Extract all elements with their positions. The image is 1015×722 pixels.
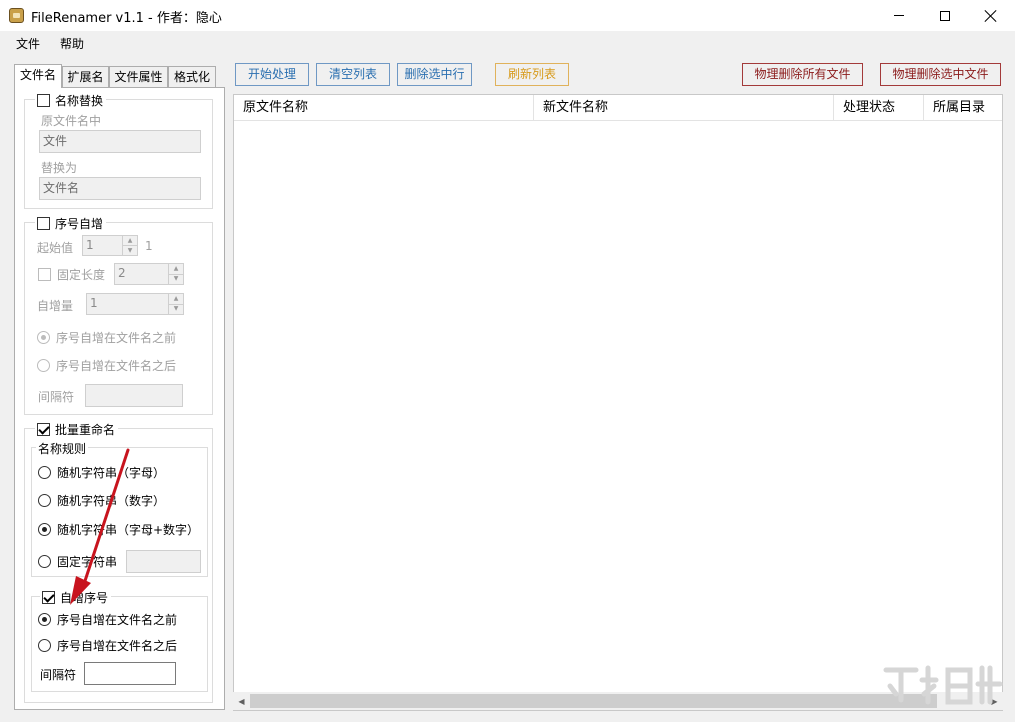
close-icon	[985, 10, 997, 22]
stepper-arrows[interactable]: ▲ ▼	[168, 264, 183, 284]
physical-delete-selected-button[interactable]: 物理删除选中文件	[880, 63, 1001, 86]
fixed-length-checkbox[interactable]: 固定长度	[38, 266, 105, 283]
replace-with-label: 替换为	[41, 161, 78, 175]
clear-list-button[interactable]: 清空列表	[316, 63, 390, 86]
file-list[interactable]: 原文件名称 新文件名称 处理状态 所属目录	[233, 94, 1003, 711]
tab-filename[interactable]: 文件名	[14, 64, 62, 88]
fixed-length-value: 2	[118, 266, 126, 280]
maximize-button[interactable]	[922, 0, 968, 31]
stepper-arrows[interactable]: ▲ ▼	[122, 236, 137, 255]
checkbox-box[interactable]	[37, 94, 50, 107]
auto-seq-separator-field[interactable]	[84, 662, 176, 685]
down-arrow-icon[interactable]: ▼	[169, 273, 183, 285]
app-icon	[9, 8, 24, 23]
maximize-icon	[940, 10, 950, 21]
fixed-length-label: 固定长度	[57, 268, 106, 282]
auto-seq-after-label: 序号自增在文件名之后	[57, 639, 178, 653]
physical-delete-all-button[interactable]: 物理删除所有文件	[742, 63, 863, 86]
scrollbar-thumb[interactable]	[250, 694, 937, 708]
radio-dot[interactable]	[37, 331, 50, 344]
down-arrow-icon[interactable]: ▼	[123, 245, 137, 255]
scroll-left-icon[interactable]: ◀	[233, 692, 250, 710]
replace-with-field[interactable]: 文件名	[39, 177, 201, 200]
column-directory[interactable]: 所属目录	[924, 95, 1002, 121]
start-value-hint: 1	[145, 239, 153, 253]
column-original-name[interactable]: 原文件名称	[234, 95, 534, 121]
down-arrow-icon[interactable]: ▼	[169, 303, 183, 315]
checkbox-box[interactable]	[42, 591, 55, 604]
increment-stepper[interactable]: 1 ▲ ▼	[86, 293, 184, 315]
auto-seq-after-radio[interactable]: 序号自增在文件名之后	[38, 637, 177, 654]
checkbox-box[interactable]	[38, 268, 51, 281]
seq-before-label: 序号自增在文件名之前	[56, 331, 177, 345]
start-value: 1	[86, 238, 94, 252]
seq-after-label: 序号自增在文件名之后	[56, 359, 177, 373]
annotation-arrow-icon	[70, 448, 130, 605]
up-arrow-icon[interactable]: ▲	[169, 294, 183, 304]
radio-dot[interactable]	[38, 613, 51, 626]
menu-help[interactable]: 帮助	[60, 35, 84, 52]
tab-extension[interactable]: 扩展名	[62, 66, 109, 87]
batch-rename-checkbox[interactable]: 批量重命名	[35, 421, 119, 438]
original-name-label: 原文件名中	[41, 114, 102, 128]
name-replace-checkbox[interactable]: 名称替换	[35, 92, 107, 109]
increment-value: 1	[90, 296, 98, 310]
radio-dot[interactable]	[37, 359, 50, 372]
up-arrow-icon[interactable]: ▲	[169, 264, 183, 274]
radio-dot[interactable]	[38, 523, 51, 536]
checkbox-box[interactable]	[37, 217, 50, 230]
auto-seq-separator-label: 间隔符	[40, 668, 77, 682]
delete-selected-rows-button[interactable]: 删除选中行	[397, 63, 472, 86]
checkbox-box[interactable]	[37, 423, 50, 436]
sequence-checkbox[interactable]: 序号自增	[35, 215, 107, 232]
watermark-logo-icon	[883, 665, 1003, 705]
window-title: FileRenamer v1.1 - 作者：隐心	[31, 11, 222, 26]
menu-bar: 文件 帮助	[0, 31, 1015, 55]
batch-rename-label: 批量重命名	[55, 423, 116, 437]
seq-before-radio[interactable]: 序号自增在文件名之前	[37, 329, 176, 346]
sequence-label: 序号自增	[55, 217, 104, 231]
seq-after-radio[interactable]: 序号自增在文件名之后	[37, 357, 176, 374]
column-new-name[interactable]: 新文件名称	[534, 95, 834, 121]
radio-dot[interactable]	[38, 555, 51, 568]
minimize-button[interactable]	[876, 0, 922, 31]
separator-label: 间隔符	[38, 390, 75, 404]
original-name-field[interactable]: 文件	[39, 130, 201, 153]
radio-dot[interactable]	[38, 466, 51, 479]
start-value-stepper[interactable]: 1 ▲ ▼	[82, 235, 138, 256]
start-button[interactable]: 开始处理	[235, 63, 309, 86]
name-replace-label: 名称替换	[55, 94, 104, 108]
column-status[interactable]: 处理状态	[834, 95, 924, 121]
increment-label: 自增量	[37, 299, 74, 313]
tab-format[interactable]: 格式化	[168, 66, 216, 87]
radio-dot[interactable]	[38, 639, 51, 652]
fixed-length-stepper[interactable]: 2 ▲ ▼	[114, 263, 184, 285]
stepper-arrows[interactable]: ▲ ▼	[168, 294, 183, 314]
start-value-label: 起始值	[37, 241, 74, 255]
close-button[interactable]	[968, 0, 1014, 31]
separator-field[interactable]	[85, 384, 183, 407]
radio-dot[interactable]	[38, 494, 51, 507]
title-bar: FileRenamer v1.1 - 作者：隐心	[0, 0, 1015, 31]
menu-file[interactable]: 文件	[16, 35, 40, 52]
up-arrow-icon[interactable]: ▲	[123, 236, 137, 245]
tab-file-attributes[interactable]: 文件属性	[109, 66, 168, 87]
refresh-list-button[interactable]: 刷新列表	[495, 63, 569, 86]
minimize-icon	[894, 15, 904, 16]
